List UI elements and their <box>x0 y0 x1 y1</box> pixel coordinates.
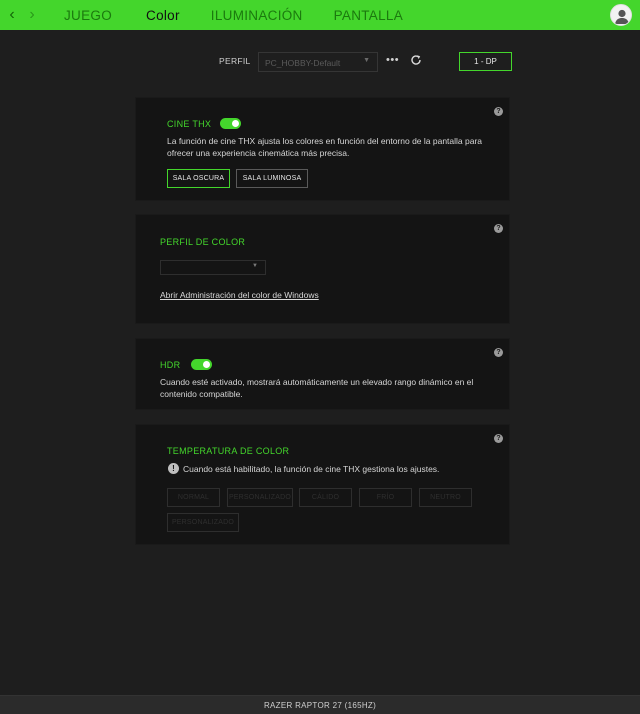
cine-thx-description: La función de cine THX ajusta los colore… <box>167 136 483 158</box>
tab-iluminacion[interactable]: ILUMINACIÓN <box>211 0 303 30</box>
profile-label: PERFIL <box>219 56 251 66</box>
cine-thx-panel: ? CINE THX La función de cine THX ajusta… <box>135 97 510 201</box>
help-icon[interactable]: ? <box>494 348 503 357</box>
preset-cool-button[interactable]: FRÍO <box>359 488 412 507</box>
preset-neutral-button[interactable]: NEUTRO <box>419 488 472 507</box>
back-arrow-icon[interactable]: ‹ <box>2 0 22 30</box>
hdr-panel: ? HDR Cuando esté activado, mostrará aut… <box>135 338 510 410</box>
profile-toolbar: PERFIL PC_HOBBY-Default ▼ ••• 1 - DP <box>0 51 640 73</box>
color-profile-panel: ? PERFIL DE COLOR ▼ Abrir Administración… <box>135 214 510 324</box>
preset-normal-button[interactable]: NORMAL <box>167 488 220 507</box>
preset-custom-button[interactable]: PERSONALIZADO <box>227 488 293 507</box>
device-status-bar: RAZER RAPTOR 27 (165HZ) <box>0 695 640 714</box>
preset-warm-button[interactable]: CÁLIDO <box>299 488 352 507</box>
sala-oscura-button[interactable]: SALA OSCURA <box>167 169 230 188</box>
cine-thx-title: CINE THX <box>167 119 212 129</box>
chevron-down-icon: ▼ <box>363 57 370 64</box>
top-nav-bar: ‹ › JUEGO Color ILUMINACIÓN PANTALLA <box>0 0 640 30</box>
tab-pantalla[interactable]: PANTALLA <box>334 0 403 30</box>
chevron-down-icon: ▼ <box>252 263 258 269</box>
hdr-title: HDR <box>160 360 181 370</box>
help-icon[interactable]: ? <box>494 107 503 116</box>
device-select-button[interactable]: 1 - DP <box>459 52 512 71</box>
color-profile-select[interactable]: ▼ <box>160 260 266 275</box>
windows-color-management-link[interactable]: Abrir Administración del color de Window… <box>160 290 319 300</box>
info-icon: ! <box>168 463 179 474</box>
hdr-toggle[interactable] <box>191 359 212 370</box>
color-profile-title: PERFIL DE COLOR <box>160 237 246 247</box>
sala-luminosa-button[interactable]: SALA LUMINOSA <box>236 169 308 188</box>
more-options-icon[interactable]: ••• <box>386 54 399 66</box>
thx-managed-notice: Cuando está habilitado, la función de ci… <box>183 464 440 474</box>
user-avatar-icon[interactable] <box>610 4 632 26</box>
cine-thx-toggle[interactable] <box>220 118 241 129</box>
help-icon[interactable]: ? <box>494 224 503 233</box>
tab-juego[interactable]: JUEGO <box>64 0 112 30</box>
refresh-icon[interactable] <box>409 53 423 67</box>
color-temperature-panel: ? TEMPERATURA DE COLOR ! Cuando está hab… <box>135 424 510 545</box>
tab-color[interactable]: Color <box>146 0 180 30</box>
color-temperature-title: TEMPERATURA DE COLOR <box>167 446 290 456</box>
profile-select[interactable]: PC_HOBBY-Default ▼ <box>258 52 378 72</box>
help-icon[interactable]: ? <box>494 434 503 443</box>
device-name: RAZER RAPTOR 27 (165HZ) <box>263 700 377 710</box>
preset-custom2-button[interactable]: PERSONALIZADO <box>167 513 239 532</box>
forward-arrow-icon[interactable]: › <box>22 0 42 30</box>
profile-select-value: PC_HOBBY-Default <box>265 58 341 68</box>
hdr-description: Cuando esté activado, mostrará automátic… <box>160 377 474 399</box>
